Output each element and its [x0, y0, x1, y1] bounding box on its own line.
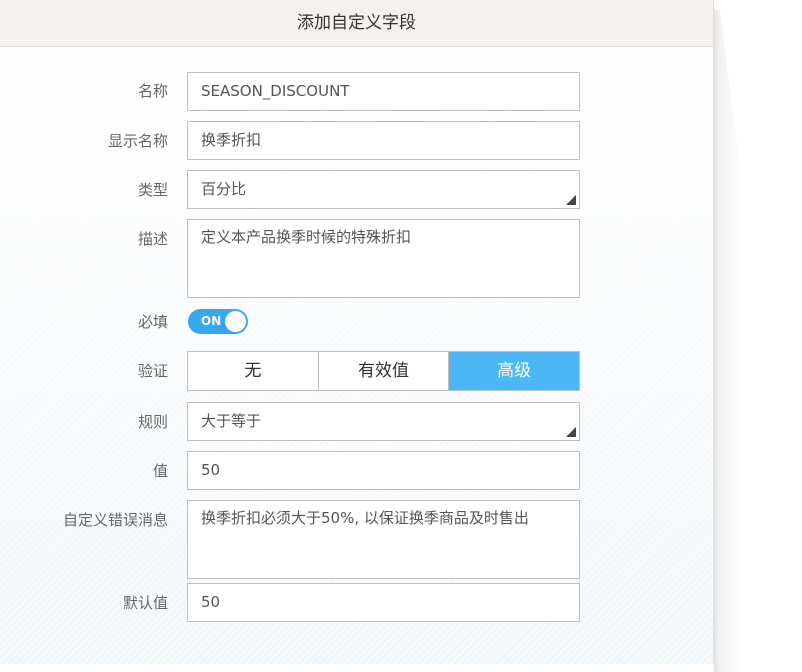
- display-name-label: 显示名称: [107, 132, 168, 150]
- description-label: 描述: [137, 230, 168, 248]
- error-message-textarea[interactable]: 换季折扣必须大于50%, 以保证换季商品及时售出: [187, 500, 580, 579]
- toggle-knob: [225, 311, 246, 332]
- default-value-input[interactable]: 50: [187, 583, 580, 622]
- rule-select-value: 大于等于: [201, 412, 262, 430]
- add-custom-field-dialog: 添加自定义字段 名称 SEASON_DISCOUNT 显示名称 换季折扣 类型 …: [0, 0, 714, 664]
- dropdown-corner-icon: [566, 427, 576, 437]
- dropdown-corner-icon: [566, 195, 576, 205]
- display-name-input[interactable]: 换季折扣: [187, 121, 580, 160]
- type-select[interactable]: 百分比: [187, 170, 580, 209]
- description-textarea[interactable]: 定义本产品换季时候的特殊折扣: [187, 219, 580, 298]
- validation-option-valid-values[interactable]: 有效值: [319, 352, 450, 390]
- error-message-label: 自定义错误消息: [62, 511, 168, 529]
- dialog-shadow: [714, 10, 802, 672]
- rule-select[interactable]: 大于等于: [187, 402, 580, 441]
- validation-option-advanced[interactable]: 高级: [449, 352, 580, 390]
- dialog-title: 添加自定义字段: [0, 0, 713, 47]
- required-label: 必填: [137, 313, 168, 331]
- validation-option-none[interactable]: 无: [188, 352, 319, 390]
- validation-segmented-control: 无 有效值 高级: [187, 351, 580, 391]
- value-input[interactable]: 50: [187, 451, 580, 490]
- default-value-label: 默认值: [122, 594, 168, 612]
- type-label: 类型: [137, 181, 168, 199]
- required-toggle[interactable]: ON: [188, 309, 248, 334]
- validation-label: 验证: [137, 362, 168, 380]
- value-label: 值: [152, 462, 168, 480]
- name-label: 名称: [137, 82, 168, 100]
- name-input[interactable]: SEASON_DISCOUNT: [187, 72, 580, 111]
- type-select-value: 百分比: [201, 180, 247, 198]
- toggle-state-text: ON: [201, 314, 222, 328]
- rule-label: 规则: [137, 413, 168, 431]
